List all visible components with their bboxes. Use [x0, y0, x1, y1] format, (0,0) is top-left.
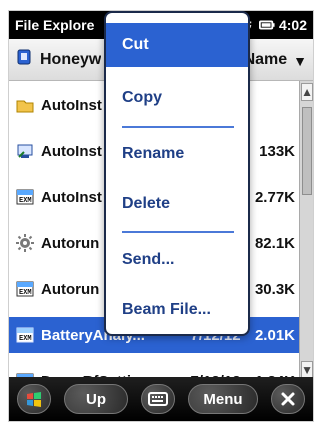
keyboard-icon	[148, 392, 168, 406]
sort-label: Name	[243, 50, 288, 68]
up-label: Up	[86, 390, 106, 408]
installer-icon	[15, 141, 35, 161]
gear-icon	[15, 233, 35, 253]
context-menu: Cut Copy Rename Delete Send... Beam File…	[104, 11, 250, 336]
close-button[interactable]	[271, 384, 305, 414]
vertical-scrollbar[interactable]: ▲ ▼	[299, 81, 313, 381]
exm-file-icon: EXM	[15, 187, 35, 207]
menu-item-label: Send...	[122, 251, 175, 268]
menu-item-rename[interactable]: Rename	[106, 135, 248, 173]
menu-item-beam-file[interactable]: Beam File...	[106, 291, 248, 329]
menu-label: Menu	[203, 390, 243, 408]
menu-item-label: Copy	[122, 89, 162, 106]
keyboard-button[interactable]	[141, 384, 175, 414]
menu-item-label: Cut	[122, 36, 149, 53]
exm-file-icon: EXM	[15, 279, 35, 299]
menu-item-label: Rename	[122, 145, 185, 162]
app-title: File Explore	[15, 17, 95, 33]
svg-text:EXM: EXM	[19, 197, 32, 205]
svg-text:EXM: EXM	[19, 289, 32, 297]
exm-file-icon: EXM	[15, 325, 35, 345]
battery-icon	[258, 18, 275, 32]
menu-item-label: Delete	[122, 195, 171, 212]
folder-icon	[15, 95, 35, 115]
clock: 4:02	[278, 17, 307, 33]
folder-name: Honeyw	[40, 50, 102, 68]
scroll-thumb[interactable]	[302, 107, 312, 195]
menu-item-label: Beam File...	[122, 301, 211, 318]
chevron-down-icon: ▼	[293, 52, 307, 69]
chevron-down-icon: ▼	[301, 363, 313, 377]
start-button[interactable]	[17, 384, 51, 414]
menu-separator	[122, 231, 234, 233]
menu-item-cut[interactable]: Cut	[106, 23, 248, 67]
menu-item-copy[interactable]: Copy	[106, 79, 248, 117]
menu-separator	[122, 126, 234, 128]
up-button[interactable]: Up	[64, 384, 128, 414]
svg-text:EXM: EXM	[19, 335, 32, 343]
sort-control[interactable]: Name ▼	[244, 51, 307, 69]
device-screen: File Explore 4:02 Honeyw Name ▼ AutoInst…	[8, 10, 314, 422]
sd-card-icon	[15, 48, 33, 71]
menu-button[interactable]: Menu	[188, 384, 258, 414]
windows-logo-icon	[25, 390, 43, 408]
close-icon	[279, 390, 297, 408]
chevron-up-icon: ▲	[301, 85, 313, 99]
menu-item-delete[interactable]: Delete	[106, 185, 248, 223]
bottom-bar: Up Menu	[9, 377, 313, 421]
scroll-up-button[interactable]: ▲	[301, 83, 313, 101]
menu-item-send[interactable]: Send...	[106, 241, 248, 279]
